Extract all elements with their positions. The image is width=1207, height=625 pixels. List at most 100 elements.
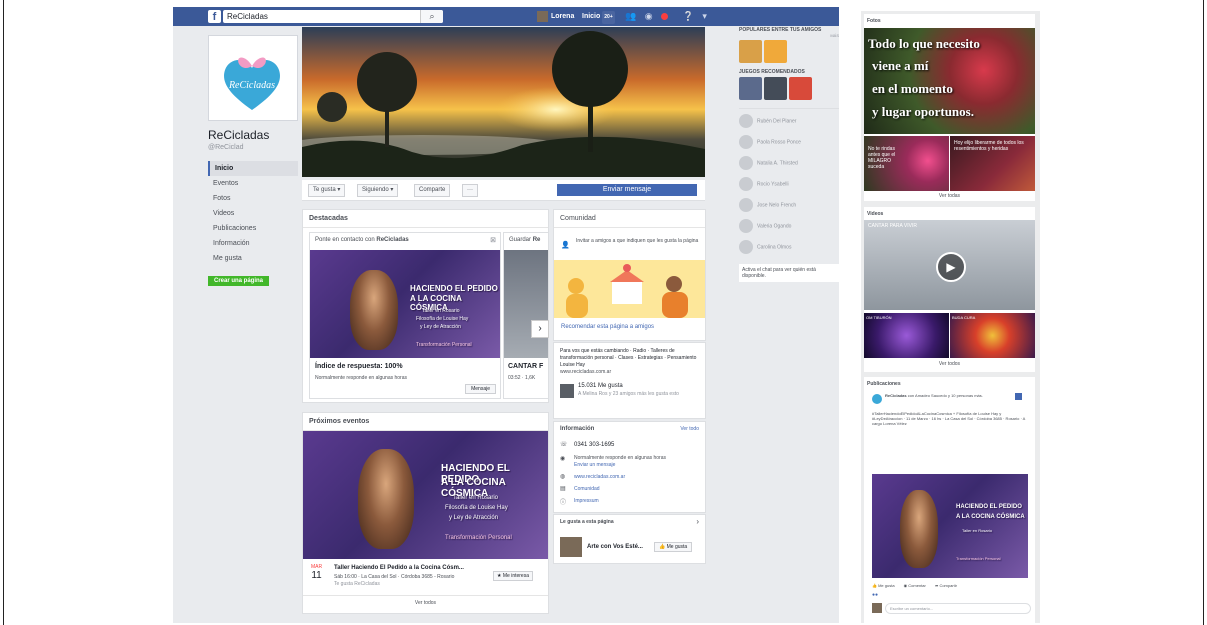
video-thumb[interactable] <box>504 250 548 358</box>
post-author-avatar[interactable] <box>872 394 882 404</box>
events-title: Próximos eventos <box>303 413 548 431</box>
post-share-button[interactable]: ➦ Compartir <box>935 583 957 588</box>
nav-item-videos[interactable]: Videos <box>208 206 298 221</box>
app-thumb[interactable] <box>764 40 787 63</box>
interested-button[interactable]: ★ Me interesa <box>493 571 533 581</box>
chat-prompt[interactable]: Activa el chat para ver quién está dispo… <box>739 264 839 282</box>
popular-more[interactable]: MÁS <box>739 33 839 38</box>
main-video[interactable]: CANTAR PARA VIVIR ▶ <box>864 220 1035 310</box>
account-menu-icon[interactable]: ▾ <box>702 11 707 21</box>
save-name: Re <box>532 237 541 243</box>
friend-item[interactable]: Carolina Olmos <box>739 240 839 258</box>
videos-see-all[interactable]: Ver todos <box>864 361 1035 367</box>
chevron-right-icon[interactable]: › <box>696 517 699 526</box>
heal-photo[interactable]: Hoy elijo liberarme de todos los resenti… <box>950 136 1035 191</box>
post-text: #TallerHaciendoElPedidoALaCocinaCosmica … <box>872 411 1026 426</box>
info-imprint[interactable]: Impressum <box>574 498 599 504</box>
quote-photo[interactable]: Todo lo que necesito viene a mí en el mo… <box>864 28 1035 134</box>
avatar <box>537 10 548 22</box>
app-thumb[interactable] <box>739 40 762 63</box>
create-page-button[interactable]: Crear una página <box>208 276 270 286</box>
video-thumb-2[interactable]: BUDA CURA <box>950 313 1035 358</box>
friend-item[interactable]: Natalia A. Thirsted <box>739 156 839 174</box>
play-icon[interactable]: ▶ <box>936 252 966 282</box>
page-nav: Inicio Eventos Fotos Videos Publicacione… <box>208 161 298 266</box>
event-title[interactable]: Taller Haciendo El Pedido a la Cocina Có… <box>334 565 464 571</box>
next-title: CANTAR F <box>508 363 544 370</box>
promo-line-1: HACIENDO EL PEDIDO <box>410 284 498 293</box>
more-button[interactable]: ··· <box>462 184 478 197</box>
liked-page-avatar[interactable] <box>560 537 582 557</box>
facebook-logo-icon[interactable]: f <box>208 10 221 23</box>
reactions-icon[interactable]: ●● <box>872 592 878 598</box>
search-icon[interactable]: ⌕ <box>420 10 443 23</box>
profile-link[interactable]: Lorena <box>537 10 574 23</box>
about-url[interactable]: www.recicladas.com.ar <box>560 369 611 375</box>
friend-item[interactable]: Rubén Del Planer <box>739 114 839 132</box>
community-card: Comunidad Invitar a amigos a que indique… <box>553 209 706 341</box>
nav-item-informacion[interactable]: Información <box>208 236 298 251</box>
friend-requests-icon[interactable]: 👥 <box>625 11 636 21</box>
checkbox-icon[interactable] <box>1015 393 1022 400</box>
info-send-message[interactable]: Enviar un mensaje <box>574 462 615 468</box>
comment-input[interactable]: Escribe un comentario... <box>885 603 1031 614</box>
post-image[interactable]: HACIENDO EL PEDIDO A LA COCINA CÓSMICA T… <box>872 474 1028 578</box>
post-author[interactable]: ReCicladas <box>885 393 907 398</box>
publications-card: Publicaciones ReCicladas con Amadeo Sauc… <box>864 377 1035 623</box>
nav-item-inicio[interactable]: Inicio <box>208 161 298 176</box>
home-link[interactable]: Inicio 20+ <box>582 10 615 24</box>
close-icon[interactable]: ⊠ <box>490 236 496 244</box>
notifications-icon[interactable] <box>661 11 674 21</box>
game-thumb[interactable] <box>739 77 762 100</box>
liked-page-like-button[interactable]: 👍 Me gusta <box>654 542 693 552</box>
invite-text[interactable]: Invitar a amigos a que indiquen que les … <box>576 238 700 245</box>
milagro-photo[interactable]: No te rindas antes que el MILAGRO suceda <box>864 136 949 191</box>
heart-logo-icon: ReCicladas <box>224 57 280 110</box>
events-card: Próximos eventos HACIENDO EL PEDIDO A LA… <box>302 412 549 614</box>
post-like-button[interactable]: 👍 Me gusta <box>872 583 895 588</box>
like-button[interactable]: Te gusta ▾ <box>308 184 346 197</box>
quick-help-icon[interactable]: ❔ <box>683 11 694 21</box>
event-image[interactable]: HACIENDO EL PEDIDO A LA COCINA CÓSMICA T… <box>303 431 548 559</box>
nav-item-eventos[interactable]: Eventos <box>208 176 298 191</box>
send-message-button[interactable]: Enviar mensaje <box>557 184 697 196</box>
user-name: Lorena <box>551 13 575 20</box>
promo-line-3: Taller en Rosario <box>422 308 460 314</box>
liked-page-like-label: Me gusta <box>666 544 688 550</box>
page-profile-picture[interactable]: ReCicladas <box>208 35 298 121</box>
recommend-link[interactable]: Recomendar esta página a amigos <box>561 324 654 330</box>
game-thumb[interactable] <box>764 77 787 100</box>
nav-item-me-gusta[interactable]: Me gusta <box>208 251 298 266</box>
photos-see-all[interactable]: Ver todas <box>864 193 1035 199</box>
chevron-right-icon[interactable]: › <box>531 320 549 338</box>
following-button[interactable]: Siguiendo ▾ <box>357 184 399 197</box>
liked-by-title: Le gusta a esta página <box>560 519 614 525</box>
messages-icon[interactable]: ◉ <box>645 11 653 21</box>
liked-page-name[interactable]: Arte con Vos Esté... <box>587 544 643 550</box>
game-thumb[interactable] <box>789 77 812 100</box>
friend-item[interactable]: Valeria Ogando <box>739 219 839 237</box>
save-label: Guardar <box>509 237 532 243</box>
search-input[interactable]: ReCicladas ⌕ <box>223 10 443 23</box>
facebook-page-screenshot: f ReCicladas ⌕ Lorena Inicio 20+ 👥 ◉ ❔ ▾ … <box>173 7 839 623</box>
info-website[interactable]: www.recicladas.com.ar <box>574 474 625 480</box>
info-see-all[interactable]: Ver todo <box>680 426 699 432</box>
share-button[interactable]: Comparte <box>414 184 451 197</box>
post-share-label: Compartir <box>939 583 957 588</box>
quote-line-4: y lugar oportunos. <box>872 104 974 119</box>
friend-item[interactable]: Rocio Ysabelli <box>739 177 839 195</box>
events-see-all[interactable]: Ver todos <box>303 595 548 606</box>
heal-text: Hoy elijo liberarme de todos los resenti… <box>954 140 1024 152</box>
cover-photo[interactable] <box>302 27 705 177</box>
message-button[interactable]: Mensaje <box>465 384 496 394</box>
globe-icon: ◍ <box>560 474 566 480</box>
friend-item[interactable]: Paola Rosso Ponce <box>739 135 839 153</box>
community-title: Comunidad <box>554 210 705 228</box>
info-category[interactable]: Comunidad <box>574 486 600 492</box>
friend-item[interactable]: Jose Nelo French <box>739 198 839 216</box>
post-comment-button[interactable]: ◉ Comentar <box>904 583 926 588</box>
nav-item-fotos[interactable]: Fotos <box>208 191 298 206</box>
nav-item-publicaciones[interactable]: Publicaciones <box>208 221 298 236</box>
video-thumb-1[interactable]: OM TIBURÓN <box>864 313 949 358</box>
event-promo-line-5: y Ley de Atracción <box>449 515 499 521</box>
